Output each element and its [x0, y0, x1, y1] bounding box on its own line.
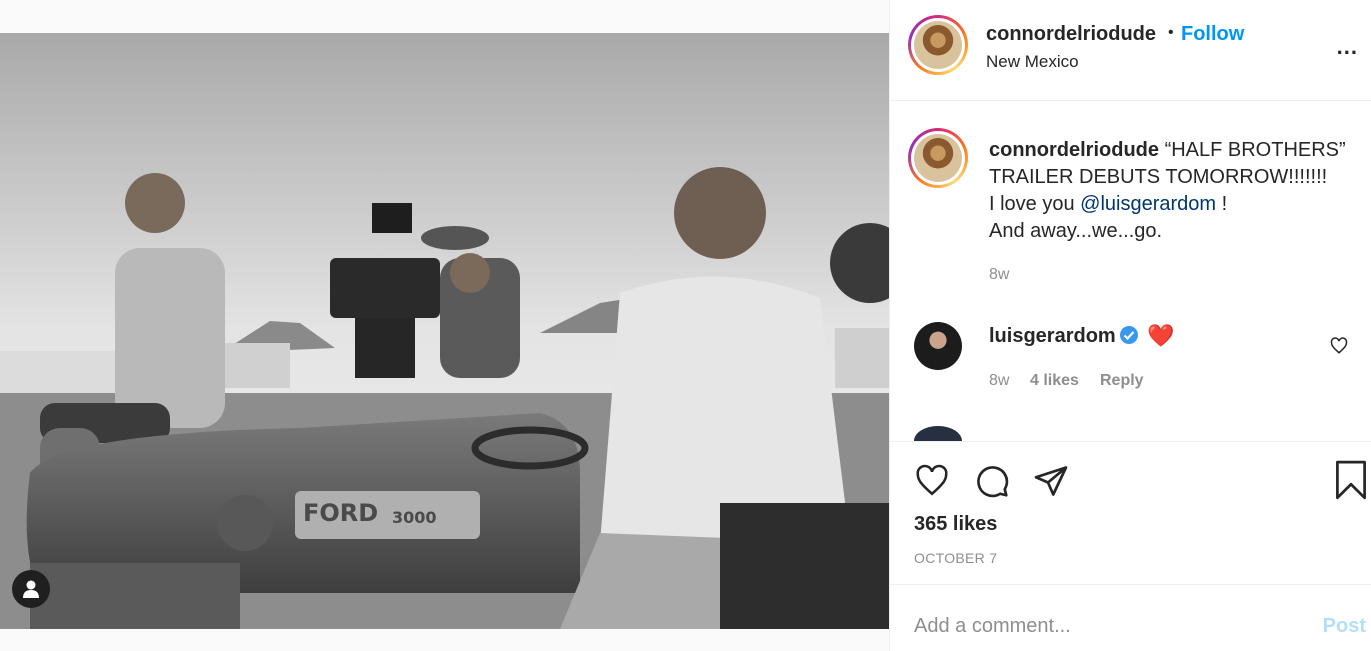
post-location[interactable]: New Mexico: [986, 52, 1079, 72]
next-commenter-avatar[interactable]: [914, 426, 962, 441]
tractor-brand-text: FORD: [303, 499, 378, 527]
author-username[interactable]: connordelriodude: [986, 23, 1156, 46]
avatar-image: [914, 134, 962, 182]
author-avatar[interactable]: [908, 15, 968, 75]
paper-plane-icon: [1034, 466, 1068, 496]
caption-mention-link[interactable]: @luisgerardom: [1080, 193, 1216, 215]
comment-reply-button[interactable]: Reply: [1100, 372, 1144, 390]
post-photo[interactable]: FORD 3000: [0, 33, 889, 629]
caption-username[interactable]: connordelriodude: [989, 139, 1159, 161]
comment-text: ❤️: [1147, 323, 1175, 348]
follow-button[interactable]: Follow: [1181, 23, 1244, 46]
comment-like-button[interactable]: [1328, 335, 1350, 357]
share-button[interactable]: [1031, 461, 1071, 501]
post-date[interactable]: OCTOBER 7: [914, 550, 997, 566]
post-header: connordelriodude • Follow New Mexico ...: [890, 0, 1371, 101]
likes-count[interactable]: 365 likes: [914, 513, 997, 536]
photo-illustration: FORD 3000: [0, 33, 889, 629]
post-actions: 365 likes OCTOBER 7: [890, 441, 1371, 584]
comment-button[interactable]: [972, 461, 1012, 501]
commenter-avatar[interactable]: [914, 322, 962, 370]
comment-input[interactable]: [914, 611, 1294, 641]
comment-likes-label: 4 likes: [1030, 372, 1079, 389]
comment-composer: Post: [890, 584, 1371, 651]
verified-badge-icon: [1119, 325, 1139, 350]
comment-bubble-icon: [977, 466, 1009, 498]
caption-timestamp[interactable]: 8w: [989, 266, 1009, 284]
user-icon: [23, 580, 39, 598]
avatar-image: [914, 21, 962, 69]
header-separator: •: [1168, 24, 1174, 41]
media-column: FORD 3000: [0, 0, 889, 651]
post-comment-button[interactable]: Post: [1323, 615, 1366, 638]
bookmark-icon: [1336, 460, 1366, 500]
caption-line2-suffix: !: [1216, 193, 1228, 215]
post-sidebar: connordelriodude • Follow New Mexico ...…: [889, 0, 1371, 651]
caption-avatar[interactable]: [908, 128, 968, 188]
save-button[interactable]: [1333, 458, 1369, 502]
heart-icon: [916, 464, 948, 496]
more-options-button[interactable]: ...: [1337, 34, 1358, 60]
instagram-post: FORD 3000 connordelriodude • Follow New …: [0, 0, 1371, 651]
tagged-users-button[interactable]: [12, 570, 50, 608]
comment-likes-count[interactable]: 4 likes: [1030, 372, 1079, 390]
comments-section: connordelriodude “HALF BROTHERS” TRAILER…: [890, 101, 1371, 441]
caption-line2-prefix: I love you: [989, 193, 1081, 215]
tractor-model-text: 3000: [392, 508, 437, 527]
commenter-username[interactable]: luisgerardom: [989, 325, 1116, 348]
heart-outline-icon: [1330, 337, 1348, 354]
like-button[interactable]: [912, 461, 952, 501]
caption-text: connordelriodude “HALF BROTHERS” TRAILER…: [989, 137, 1349, 245]
comment-timestamp[interactable]: 8w: [989, 372, 1009, 390]
caption-line3: And away...we...go.: [989, 220, 1163, 242]
